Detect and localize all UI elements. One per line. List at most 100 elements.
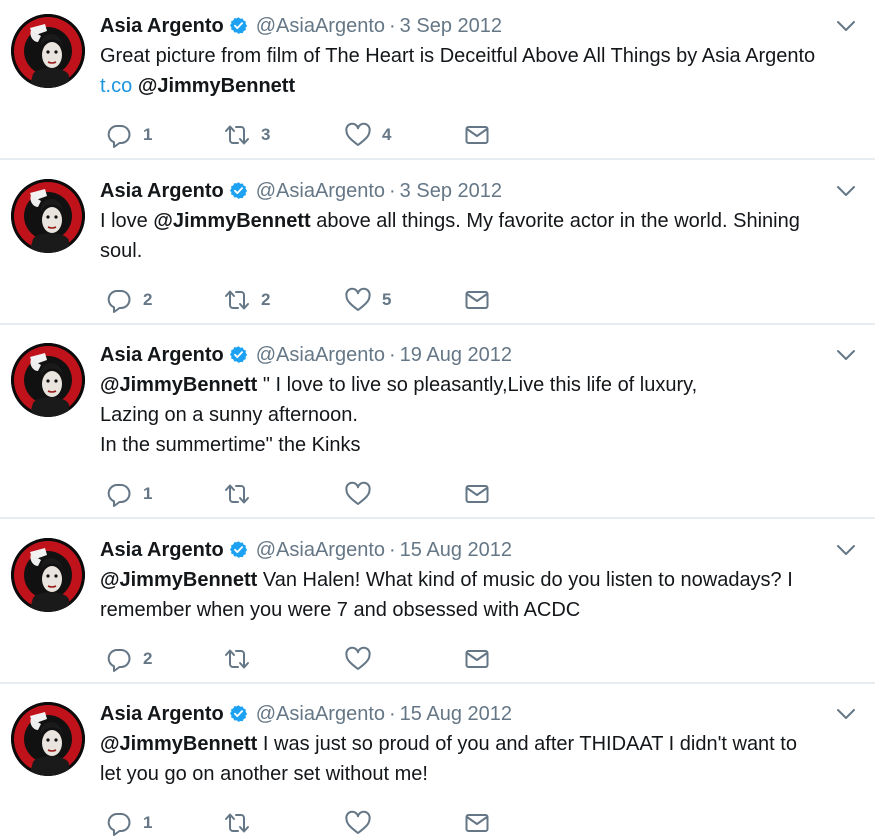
tweet-text-line: Lazing on a sunny afternoon. xyxy=(100,400,870,430)
heart-icon xyxy=(345,646,371,670)
tweet-text-line: Great picture from film of The Heart is … xyxy=(100,41,870,71)
separator-dot: · xyxy=(389,539,396,561)
timestamp[interactable]: 15 Aug 2012 xyxy=(400,703,512,725)
direct-message-button[interactable] xyxy=(463,479,491,509)
like-count: 5 xyxy=(382,290,392,309)
tweet-text-line: In the summertime" the Kinks xyxy=(100,430,870,460)
tweet-text: @JimmyBennett Van Halen! What kind of mu… xyxy=(100,565,870,625)
chevron-down-icon[interactable] xyxy=(834,14,858,38)
tweet-actions: 1 xyxy=(100,808,520,838)
mention-link[interactable]: @JimmyBennett xyxy=(138,75,295,97)
handle[interactable]: @AsiaArgento xyxy=(256,15,385,37)
verified-badge-icon xyxy=(229,541,247,558)
like-button[interactable]: 5 xyxy=(344,285,391,315)
like-button[interactable] xyxy=(344,808,382,838)
heart-icon xyxy=(345,810,371,834)
reply-button[interactable]: 1 xyxy=(105,479,152,509)
tweet-text-segment: above all things. My favorite actor in t… xyxy=(310,210,800,232)
tweet-text-line: @JimmyBennett I was just so proud of you… xyxy=(100,729,870,759)
timestamp[interactable]: 19 Aug 2012 xyxy=(400,344,512,366)
envelope-icon xyxy=(465,291,489,309)
tweet-text-segment: I was just so proud of you and after THI… xyxy=(257,733,797,755)
mention-link[interactable]: @JimmyBennett xyxy=(100,569,257,591)
retweet-count: 3 xyxy=(261,125,271,144)
avatar[interactable] xyxy=(11,14,85,88)
verified-badge-icon xyxy=(229,705,247,722)
timestamp[interactable]: 3 Sep 2012 xyxy=(400,15,502,37)
avatar[interactable] xyxy=(11,179,85,253)
verified-badge-icon xyxy=(229,17,247,34)
tweet-actions: 2 2 5 xyxy=(100,285,520,315)
separator-dot: · xyxy=(389,180,396,202)
retweet-button[interactable] xyxy=(223,808,261,838)
chevron-down-icon[interactable] xyxy=(834,702,858,726)
mention-link[interactable]: @JimmyBennett xyxy=(100,374,257,396)
reply-button[interactable]: 2 xyxy=(105,644,152,674)
reply-button[interactable]: 1 xyxy=(105,808,152,838)
display-name[interactable]: Asia Argento xyxy=(100,344,224,366)
chevron-down-icon[interactable] xyxy=(834,343,858,367)
tweet-header: Asia Argento @AsiaArgento · 3 Sep 2012 xyxy=(100,178,502,204)
chevron-down-icon[interactable] xyxy=(834,538,858,562)
tweet-header: Asia Argento @AsiaArgento · 19 Aug 2012 xyxy=(100,342,512,368)
tweet-divider xyxy=(0,682,875,684)
tweet-text: @JimmyBennett I was just so proud of you… xyxy=(100,729,870,789)
display-name[interactable]: Asia Argento xyxy=(100,15,224,37)
url-link[interactable]: t.co xyxy=(100,75,132,97)
retweet-button[interactable] xyxy=(223,644,261,674)
display-name[interactable]: Asia Argento xyxy=(100,539,224,561)
reply-icon xyxy=(107,813,131,836)
retweet-button[interactable]: 3 xyxy=(223,120,270,150)
tweet-header: Asia Argento @AsiaArgento · 3 Sep 2012 xyxy=(100,13,502,39)
like-button[interactable]: 4 xyxy=(344,120,391,150)
tweet-text: @JimmyBennett " I love to live so pleasa… xyxy=(100,370,870,460)
handle[interactable]: @AsiaArgento xyxy=(256,703,385,725)
direct-message-button[interactable] xyxy=(463,120,491,150)
direct-message-button[interactable] xyxy=(463,285,491,315)
retweet-icon xyxy=(225,813,249,833)
handle[interactable]: @AsiaArgento xyxy=(256,344,385,366)
handle[interactable]: @AsiaArgento xyxy=(256,539,385,561)
like-button[interactable] xyxy=(344,644,382,674)
retweet-button[interactable] xyxy=(223,479,261,509)
tweet-text-segment: Lazing on a sunny afternoon. xyxy=(100,404,358,426)
chevron-down-icon[interactable] xyxy=(834,179,858,203)
avatar[interactable] xyxy=(11,702,85,776)
reply-button[interactable]: 1 xyxy=(105,120,152,150)
like-button[interactable] xyxy=(344,479,382,509)
tweet-text-segment: I love xyxy=(100,210,154,232)
reply-icon xyxy=(107,290,131,313)
timestamp[interactable]: 3 Sep 2012 xyxy=(400,180,502,202)
heart-icon xyxy=(345,287,371,311)
reply-icon xyxy=(107,649,131,672)
reply-icon xyxy=(107,125,131,148)
reply-count: 1 xyxy=(143,125,153,144)
handle[interactable]: @AsiaArgento xyxy=(256,180,385,202)
retweet-button[interactable]: 2 xyxy=(223,285,270,315)
display-name[interactable]: Asia Argento xyxy=(100,703,224,725)
tweet-divider xyxy=(0,517,875,519)
timestamp[interactable]: 15 Aug 2012 xyxy=(400,539,512,561)
mention-link[interactable]: @JimmyBennett xyxy=(153,210,310,232)
reply-button[interactable]: 2 xyxy=(105,285,152,315)
verified-badge-icon xyxy=(229,182,247,199)
avatar-image xyxy=(11,179,85,253)
envelope-icon xyxy=(465,485,489,503)
separator-dot: · xyxy=(389,344,396,366)
like-count: 4 xyxy=(382,125,392,144)
avatar[interactable] xyxy=(11,538,85,612)
heart-icon xyxy=(345,122,371,146)
display-name[interactable]: Asia Argento xyxy=(100,180,224,202)
retweet-icon xyxy=(225,290,249,310)
tweet-text-segment: soul. xyxy=(100,240,143,262)
separator-dot: · xyxy=(389,703,396,725)
direct-message-button[interactable] xyxy=(463,808,491,838)
mention-link[interactable]: @JimmyBennett xyxy=(100,733,257,755)
avatar[interactable] xyxy=(11,343,85,417)
tweet-header: Asia Argento @AsiaArgento · 15 Aug 2012 xyxy=(100,701,512,727)
direct-message-button[interactable] xyxy=(463,644,491,674)
reply-count: 2 xyxy=(143,649,153,668)
avatar-image xyxy=(11,343,85,417)
tweet-header: Asia Argento @AsiaArgento · 15 Aug 2012 xyxy=(100,537,512,563)
tweet-actions: 1 xyxy=(100,479,520,509)
